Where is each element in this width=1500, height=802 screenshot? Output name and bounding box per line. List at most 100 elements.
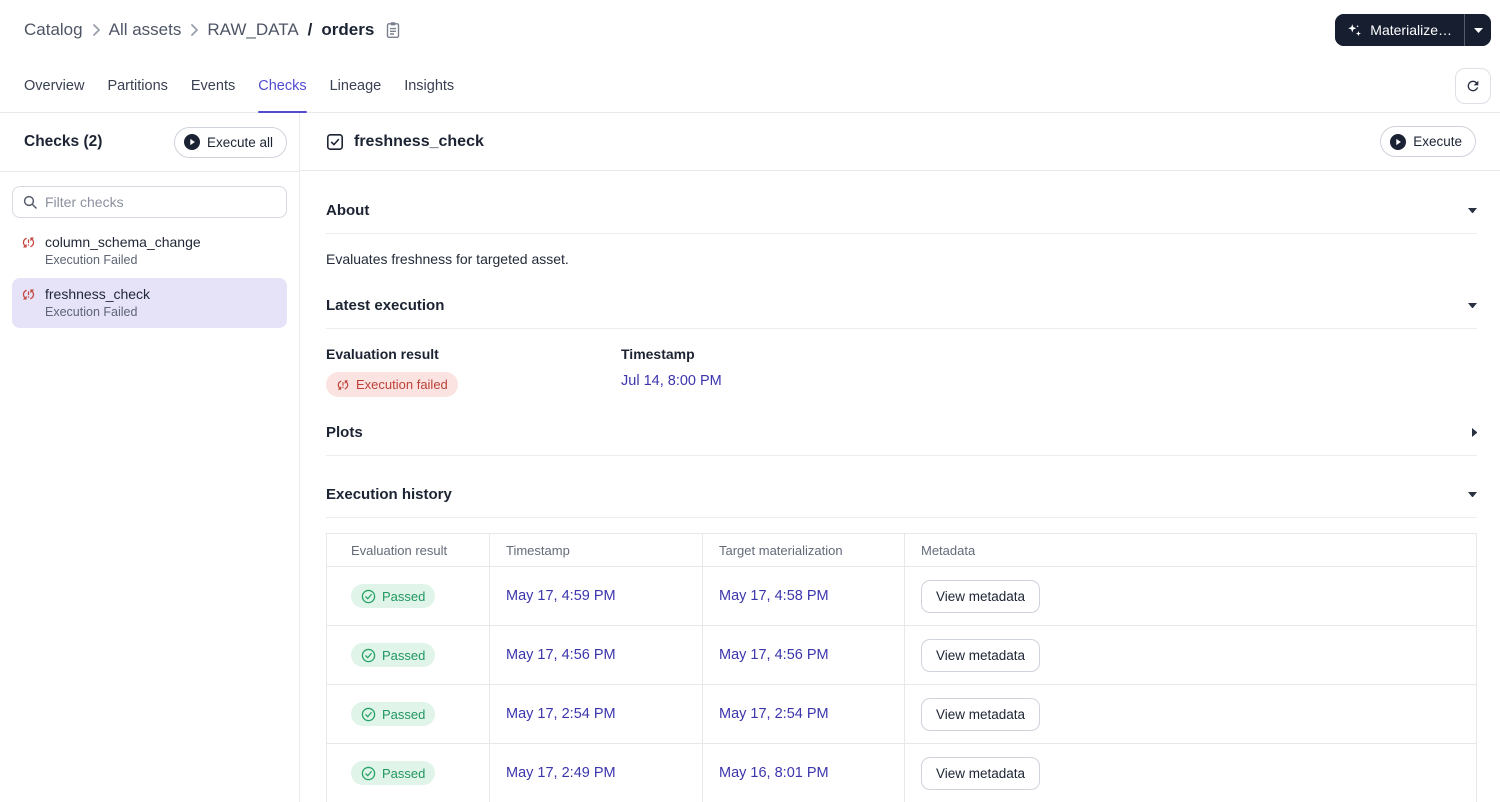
tab-events[interactable]: Events xyxy=(191,60,235,112)
tab-insights[interactable]: Insights xyxy=(404,60,454,112)
row-timestamp-link[interactable]: May 17, 2:54 PM xyxy=(506,706,616,722)
evaluation-result-label: Evaluation result xyxy=(326,346,439,362)
about-section: About Evaluates freshness for targeted a… xyxy=(326,202,1477,267)
materialize-split-button: Materialize… xyxy=(1335,14,1491,46)
table-header-row: Evaluation result Timestamp Target mater… xyxy=(327,534,1476,566)
sync-problem-icon xyxy=(21,235,36,250)
passed-badge-label: Passed xyxy=(382,706,426,722)
row-timestamp-link[interactable]: May 17, 2:49 PM xyxy=(506,765,616,781)
tab-lineage[interactable]: Lineage xyxy=(330,60,382,112)
execution-history-table: Evaluation result Timestamp Target mater… xyxy=(326,533,1477,802)
passed-badge-label: Passed xyxy=(382,765,426,781)
table-row: Passed May 17, 4:56 PM May 17, 4:56 PM V… xyxy=(327,625,1476,684)
check-circle-icon xyxy=(361,589,376,604)
passed-badge: Passed xyxy=(351,584,436,608)
play-circle-icon xyxy=(183,134,200,150)
row-target-materialization-link[interactable]: May 16, 8:01 PM xyxy=(719,765,829,781)
plots-section: Plots xyxy=(326,424,1477,456)
latest-execution-section: Latest execution Evaluation result Execu… xyxy=(326,297,1477,397)
tab-checks[interactable]: Checks xyxy=(258,60,307,113)
checks-sidebar: Checks (2) Execute all Filter checks col… xyxy=(0,113,300,802)
latest-execution-title: Latest execution xyxy=(326,297,445,314)
tab-overview[interactable]: Overview xyxy=(24,60,84,112)
table-row: Passed May 17, 2:54 PM May 17, 2:54 PM V… xyxy=(327,684,1476,743)
caret-down-icon xyxy=(1473,27,1483,33)
row-timestamp-link[interactable]: May 17, 4:56 PM xyxy=(506,647,616,663)
passed-badge: Passed xyxy=(351,702,436,726)
breadcrumb-asset-name: orders xyxy=(321,20,375,39)
filter-checks-search xyxy=(12,186,287,218)
latest-timestamp-link[interactable]: Jul 14, 8:00 PM xyxy=(621,373,722,389)
copy-icon[interactable] xyxy=(385,21,401,39)
check-list-item-freshness-check[interactable]: freshness_check Execution Failed xyxy=(12,278,287,328)
breadcrumb-catalog[interactable]: Catalog xyxy=(24,20,83,40)
execution-history-section-header[interactable]: Execution history xyxy=(326,486,1477,518)
check-circle-icon xyxy=(361,707,376,722)
about-title: About xyxy=(326,202,370,219)
column-header-evaluation-result: Evaluation result xyxy=(327,534,490,566)
column-header-timestamp: Timestamp xyxy=(490,534,703,566)
row-target-materialization-link[interactable]: May 17, 4:58 PM xyxy=(719,588,829,604)
check-title: freshness_check xyxy=(354,132,484,150)
timestamp-label: Timestamp xyxy=(621,346,695,362)
breadcrumb-all-assets[interactable]: All assets xyxy=(109,20,182,40)
row-target-materialization-link[interactable]: May 17, 2:54 PM xyxy=(719,706,829,722)
column-header-metadata: Metadata xyxy=(921,542,976,558)
sparkles-icon xyxy=(1346,22,1363,39)
top-bar: Catalog All assets RAW_DATA / orders Mat… xyxy=(0,0,1500,60)
materialize-button[interactable]: Materialize… xyxy=(1335,14,1464,46)
check-detail-panel: freshness_check Execute About Evaluates … xyxy=(300,113,1500,802)
table-row: Passed May 17, 4:59 PM May 17, 4:58 PM V… xyxy=(327,566,1476,625)
caret-down-icon[interactable] xyxy=(1468,302,1477,309)
check-list-item-column-schema-change[interactable]: column_schema_change Execution Failed xyxy=(12,226,287,276)
check-circle-icon xyxy=(361,648,376,663)
execute-button[interactable]: Execute xyxy=(1380,126,1476,157)
refresh-icon xyxy=(1465,78,1481,94)
checkbox-icon xyxy=(326,133,344,151)
chevron-right-icon xyxy=(190,24,199,36)
check-status: Execution Failed xyxy=(45,305,138,319)
execution-history-section: Execution history Evaluation result Time… xyxy=(326,486,1477,802)
execution-failed-badge-label: Execution failed xyxy=(356,377,448,392)
execute-all-label: Execute all xyxy=(206,134,273,150)
sync-problem-icon xyxy=(21,287,36,302)
check-name: freshness_check xyxy=(45,286,151,302)
breadcrumb-group[interactable]: RAW_DATA xyxy=(207,20,298,40)
refresh-button[interactable] xyxy=(1455,68,1491,104)
execution-history-title: Execution history xyxy=(326,486,452,503)
passed-badge: Passed xyxy=(351,761,436,785)
view-metadata-button[interactable]: View metadata xyxy=(921,579,1041,613)
check-detail-content: About Evaluates freshness for targeted a… xyxy=(300,171,1500,802)
caret-down-icon[interactable] xyxy=(1468,207,1477,214)
check-detail-header: freshness_check Execute xyxy=(300,113,1500,171)
view-metadata-button[interactable]: View metadata xyxy=(921,697,1041,731)
caret-down-icon[interactable] xyxy=(1468,491,1477,498)
asset-tab-bar: Overview Partitions Events Checks Lineag… xyxy=(0,60,1500,113)
passed-badge-label: Passed xyxy=(382,588,426,604)
plots-section-header[interactable]: Plots xyxy=(326,424,1477,456)
view-metadata-button[interactable]: View metadata xyxy=(921,756,1041,790)
tab-partitions[interactable]: Partitions xyxy=(107,60,167,112)
latest-execution-section-header[interactable]: Latest execution xyxy=(326,297,1477,329)
filter-checks-input[interactable] xyxy=(45,194,276,210)
execute-all-button[interactable]: Execute all xyxy=(173,126,287,158)
column-header-target-materialization: Target materialization xyxy=(703,534,905,566)
checks-sidebar-header: Checks (2) Execute all xyxy=(0,113,299,172)
breadcrumb: Catalog All assets RAW_DATA / orders xyxy=(24,20,401,40)
view-metadata-button[interactable]: View metadata xyxy=(921,638,1041,672)
check-status: Execution Failed xyxy=(45,253,138,267)
execution-failed-badge: Execution failed xyxy=(326,372,458,397)
caret-right-icon[interactable] xyxy=(1471,428,1477,437)
check-circle-icon xyxy=(361,766,376,781)
search-icon xyxy=(23,195,37,209)
table-row: Passed May 17, 2:49 PM May 16, 8:01 PM V… xyxy=(327,743,1476,802)
chevron-right-icon xyxy=(92,24,100,36)
plots-title: Plots xyxy=(326,424,363,441)
check-name: column_schema_change xyxy=(45,234,201,250)
about-section-header[interactable]: About xyxy=(326,202,1477,234)
row-target-materialization-link[interactable]: May 17, 4:56 PM xyxy=(719,647,829,663)
materialize-menu-button[interactable] xyxy=(1464,14,1491,46)
row-timestamp-link[interactable]: May 17, 4:59 PM xyxy=(506,588,616,604)
execute-label: Execute xyxy=(1413,134,1462,149)
about-description: Evaluates freshness for targeted asset. xyxy=(326,251,569,267)
